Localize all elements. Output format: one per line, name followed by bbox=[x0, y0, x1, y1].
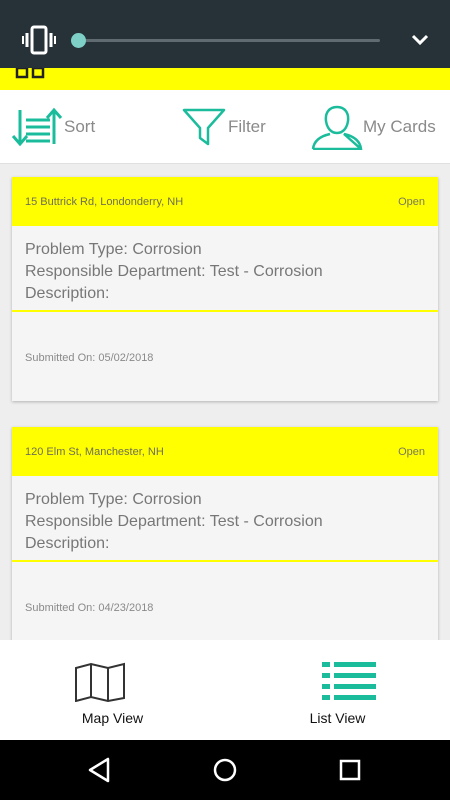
filter-button[interactable]: Filter bbox=[182, 104, 266, 150]
vibrate-icon[interactable] bbox=[22, 25, 56, 55]
status-badge: Open bbox=[398, 445, 425, 458]
tab-list-label: List View bbox=[309, 710, 366, 726]
description: Description: bbox=[25, 285, 110, 302]
problem-type: Problem Type: Corrosion bbox=[25, 491, 202, 508]
submitted-date: Submitted On: 04/23/2018 bbox=[25, 602, 154, 614]
grid-icon[interactable] bbox=[15, 68, 47, 80]
card-header: 120 Elm St, Manchester, NH Open bbox=[12, 427, 438, 476]
card-footer: Submitted On: 04/23/2018 bbox=[12, 562, 438, 640]
filter-label: Filter bbox=[228, 117, 266, 136]
person-icon bbox=[311, 105, 363, 150]
my-cards-label: My Cards bbox=[363, 117, 436, 136]
issue-card[interactable]: 120 Elm St, Manchester, NH Open Problem … bbox=[12, 427, 438, 640]
list-icon bbox=[322, 662, 376, 700]
back-icon[interactable] bbox=[86, 756, 114, 784]
tab-map-view[interactable]: Map View bbox=[0, 640, 225, 740]
submitted-date: Submitted On: 05/02/2018 bbox=[25, 352, 154, 364]
toolbar: Sort Filter My Cards bbox=[0, 90, 450, 164]
bottom-tab-bar: Map View List View bbox=[0, 640, 450, 740]
map-icon bbox=[75, 662, 125, 702]
volume-slider-thumb[interactable] bbox=[71, 33, 86, 48]
system-nav-bar bbox=[0, 740, 450, 800]
card-list[interactable]: 15 Buttrick Rd, Londonderry, NH Open Pro… bbox=[0, 165, 450, 640]
sort-icon bbox=[11, 107, 63, 147]
tab-map-label: Map View bbox=[81, 710, 144, 726]
responsible-department: Responsible Department: Test - Corrosion bbox=[25, 263, 323, 280]
chevron-down-icon[interactable] bbox=[410, 33, 430, 47]
my-cards-button[interactable]: My Cards bbox=[311, 104, 436, 150]
volume-slider-track[interactable] bbox=[79, 39, 380, 42]
card-header: 15 Buttrick Rd, Londonderry, NH Open bbox=[12, 177, 438, 226]
issue-card[interactable]: 15 Buttrick Rd, Londonderry, NH Open Pro… bbox=[12, 177, 438, 401]
recent-apps-icon[interactable] bbox=[336, 756, 364, 784]
sort-button[interactable]: Sort bbox=[10, 104, 95, 150]
problem-type: Problem Type: Corrosion bbox=[25, 241, 202, 258]
sort-label: Sort bbox=[64, 117, 96, 136]
home-icon[interactable] bbox=[211, 756, 239, 784]
card-body: Problem Type: Corrosion Responsible Depa… bbox=[12, 226, 438, 312]
tab-list-view[interactable]: List View bbox=[225, 640, 450, 740]
filter-icon bbox=[182, 108, 226, 146]
volume-panel bbox=[0, 0, 450, 68]
card-body: Problem Type: Corrosion Responsible Depa… bbox=[12, 476, 438, 562]
card-footer: Submitted On: 05/02/2018 bbox=[12, 312, 438, 401]
responsible-department: Responsible Department: Test - Corrosion bbox=[25, 513, 323, 530]
description: Description: bbox=[25, 535, 110, 552]
card-address: 120 Elm St, Manchester, NH bbox=[25, 445, 164, 458]
app-bar bbox=[0, 68, 450, 90]
card-address: 15 Buttrick Rd, Londonderry, NH bbox=[25, 195, 184, 208]
status-badge: Open bbox=[398, 195, 425, 208]
